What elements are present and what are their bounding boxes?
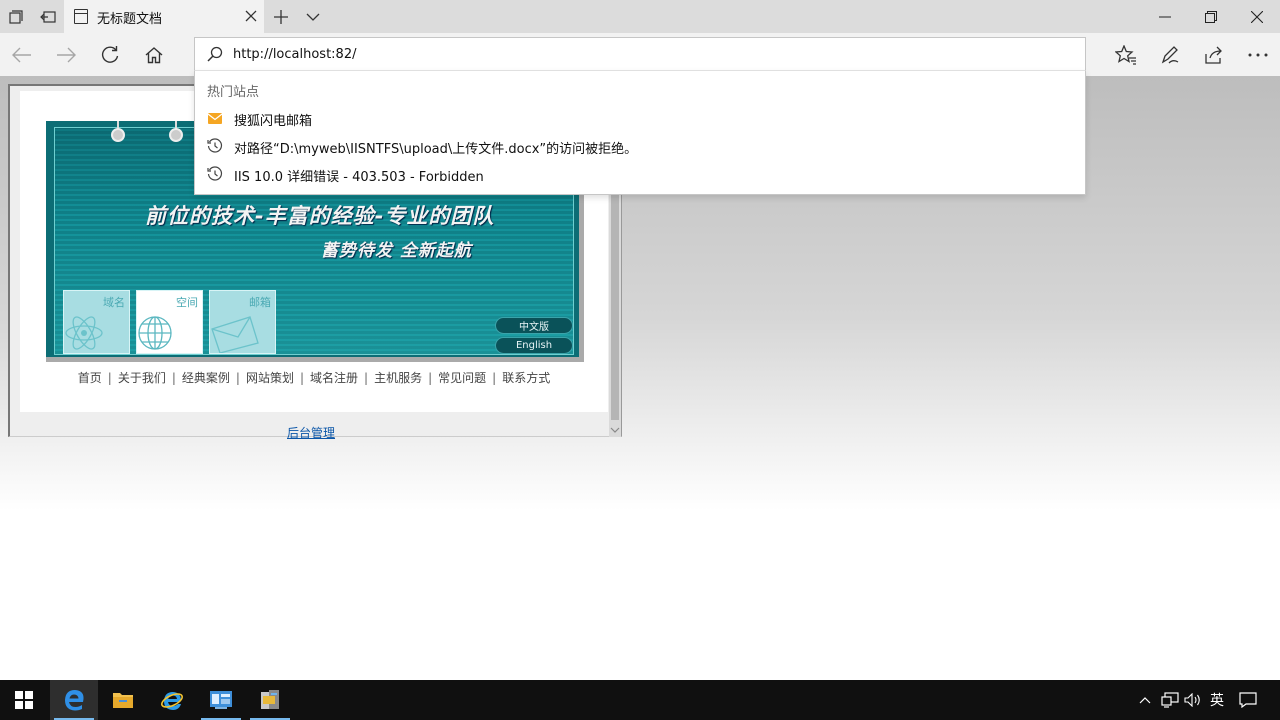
share-icon[interactable] bbox=[1192, 33, 1236, 76]
restore-window-icon[interactable] bbox=[1188, 0, 1234, 33]
atom-icon bbox=[65, 316, 103, 350]
suggestion-item[interactable]: IIS 10.0 详细错误 - 403.503 - Forbidden bbox=[195, 160, 1085, 188]
suggestions-header: 热门站点 bbox=[207, 85, 260, 100]
tab-set-aside-icon[interactable] bbox=[4, 0, 28, 33]
history-icon bbox=[207, 138, 223, 154]
input-method-indicator[interactable]: 英 bbox=[1205, 680, 1229, 720]
forward-arrow-icon[interactable] bbox=[44, 33, 88, 76]
globe-icon bbox=[138, 316, 172, 350]
file-explorer-icon[interactable] bbox=[99, 680, 147, 720]
suggestion-item[interactable]: 搜狐闪电邮箱 bbox=[195, 104, 1085, 132]
address-suggestions-dropdown: 热门站点 搜狐闪电邮箱 对路径“D:\myweb\IISNTFS\upload\… bbox=[194, 70, 1086, 195]
minimize-icon[interactable] bbox=[1142, 0, 1188, 33]
iis-manager-icon[interactable] bbox=[246, 680, 294, 720]
pen-notes-icon[interactable] bbox=[1148, 33, 1192, 76]
mail-icon bbox=[207, 110, 223, 126]
hanging-ring bbox=[169, 128, 183, 142]
search-icon bbox=[207, 46, 223, 66]
volume-icon[interactable] bbox=[1182, 680, 1204, 720]
suggestion-text: 搜狐闪电邮箱 bbox=[234, 114, 313, 129]
nav-link-home[interactable]: 首页 bbox=[78, 371, 102, 385]
server-manager-icon[interactable] bbox=[197, 680, 245, 720]
tab-bar: 无标题文档 bbox=[0, 0, 1280, 33]
network-icon[interactable] bbox=[1158, 680, 1182, 720]
admin-link[interactable]: 后台管理 bbox=[287, 424, 335, 441]
domain-service-card[interactable]: 域名 bbox=[63, 290, 130, 354]
nav-link-faq[interactable]: 常见问题 bbox=[438, 371, 486, 385]
favorites-star-icon[interactable] bbox=[1104, 33, 1148, 76]
envelope-icon bbox=[211, 316, 259, 353]
tab-title: 无标题文档 bbox=[97, 12, 163, 27]
tab-restore-icon[interactable] bbox=[36, 0, 60, 33]
chinese-version-button[interactable]: 中文版 bbox=[495, 317, 573, 334]
tab-list-chevron-down-icon[interactable] bbox=[298, 0, 328, 33]
refresh-icon[interactable] bbox=[88, 33, 132, 76]
page-icon bbox=[74, 9, 88, 24]
nav-link-cases[interactable]: 经典案例 bbox=[182, 371, 230, 385]
suggestion-item[interactable]: 对路径“D:\myweb\IISNTFS\upload\上传文件.docx”的访… bbox=[195, 132, 1085, 160]
scroll-down-chevron-icon[interactable] bbox=[610, 426, 620, 436]
history-icon bbox=[207, 166, 223, 182]
home-icon[interactable] bbox=[132, 33, 176, 76]
nav-link-contact[interactable]: 联系方式 bbox=[502, 371, 550, 385]
browser-tab[interactable]: 无标题文档 bbox=[64, 0, 264, 33]
english-version-button[interactable]: English bbox=[495, 337, 573, 354]
windows-start-icon[interactable] bbox=[0, 680, 48, 720]
nav-link-domain[interactable]: 域名注册 bbox=[310, 371, 358, 385]
site-navigation: 首页 | 关于我们 | 经典案例 | 网站策划 | 域名注册 | 主机服务 | 常见问题 | 联系方式 bbox=[77, 371, 551, 385]
nav-link-about[interactable]: 关于我们 bbox=[118, 371, 166, 385]
nav-link-planning[interactable]: 网站策划 bbox=[246, 371, 294, 385]
new-tab-icon[interactable] bbox=[266, 0, 296, 33]
address-input[interactable] bbox=[233, 38, 1033, 70]
suggestion-text: 对路径“D:\myweb\IISNTFS\upload\上传文件.docx”的访… bbox=[234, 142, 638, 157]
address-bar[interactable] bbox=[194, 37, 1086, 71]
nav-link-hosting[interactable]: 主机服务 bbox=[374, 371, 422, 385]
show-hidden-icons-chevron-up-icon[interactable] bbox=[1136, 680, 1154, 720]
taskbar: 英 bbox=[0, 680, 1280, 720]
hanging-ring bbox=[111, 128, 125, 142]
banner-subslogan: 蓄势待发 全新起航 bbox=[321, 241, 472, 261]
back-arrow-icon[interactable] bbox=[0, 33, 44, 76]
notifications-icon[interactable] bbox=[1232, 680, 1264, 720]
suggestion-text: IIS 10.0 详细错误 - 403.503 - Forbidden bbox=[234, 170, 484, 185]
banner-slogan: 前位的技术-丰富的经验-专业的团队 bbox=[145, 204, 495, 228]
edge-browser-icon[interactable] bbox=[50, 680, 98, 720]
more-options-icon[interactable] bbox=[1236, 33, 1280, 76]
hosting-service-card[interactable]: 空间 bbox=[136, 290, 203, 354]
close-window-icon[interactable] bbox=[1234, 0, 1280, 33]
internet-explorer-icon[interactable] bbox=[148, 680, 196, 720]
mail-service-card[interactable]: 邮箱 bbox=[209, 290, 276, 354]
tab-close-icon[interactable] bbox=[240, 5, 262, 27]
